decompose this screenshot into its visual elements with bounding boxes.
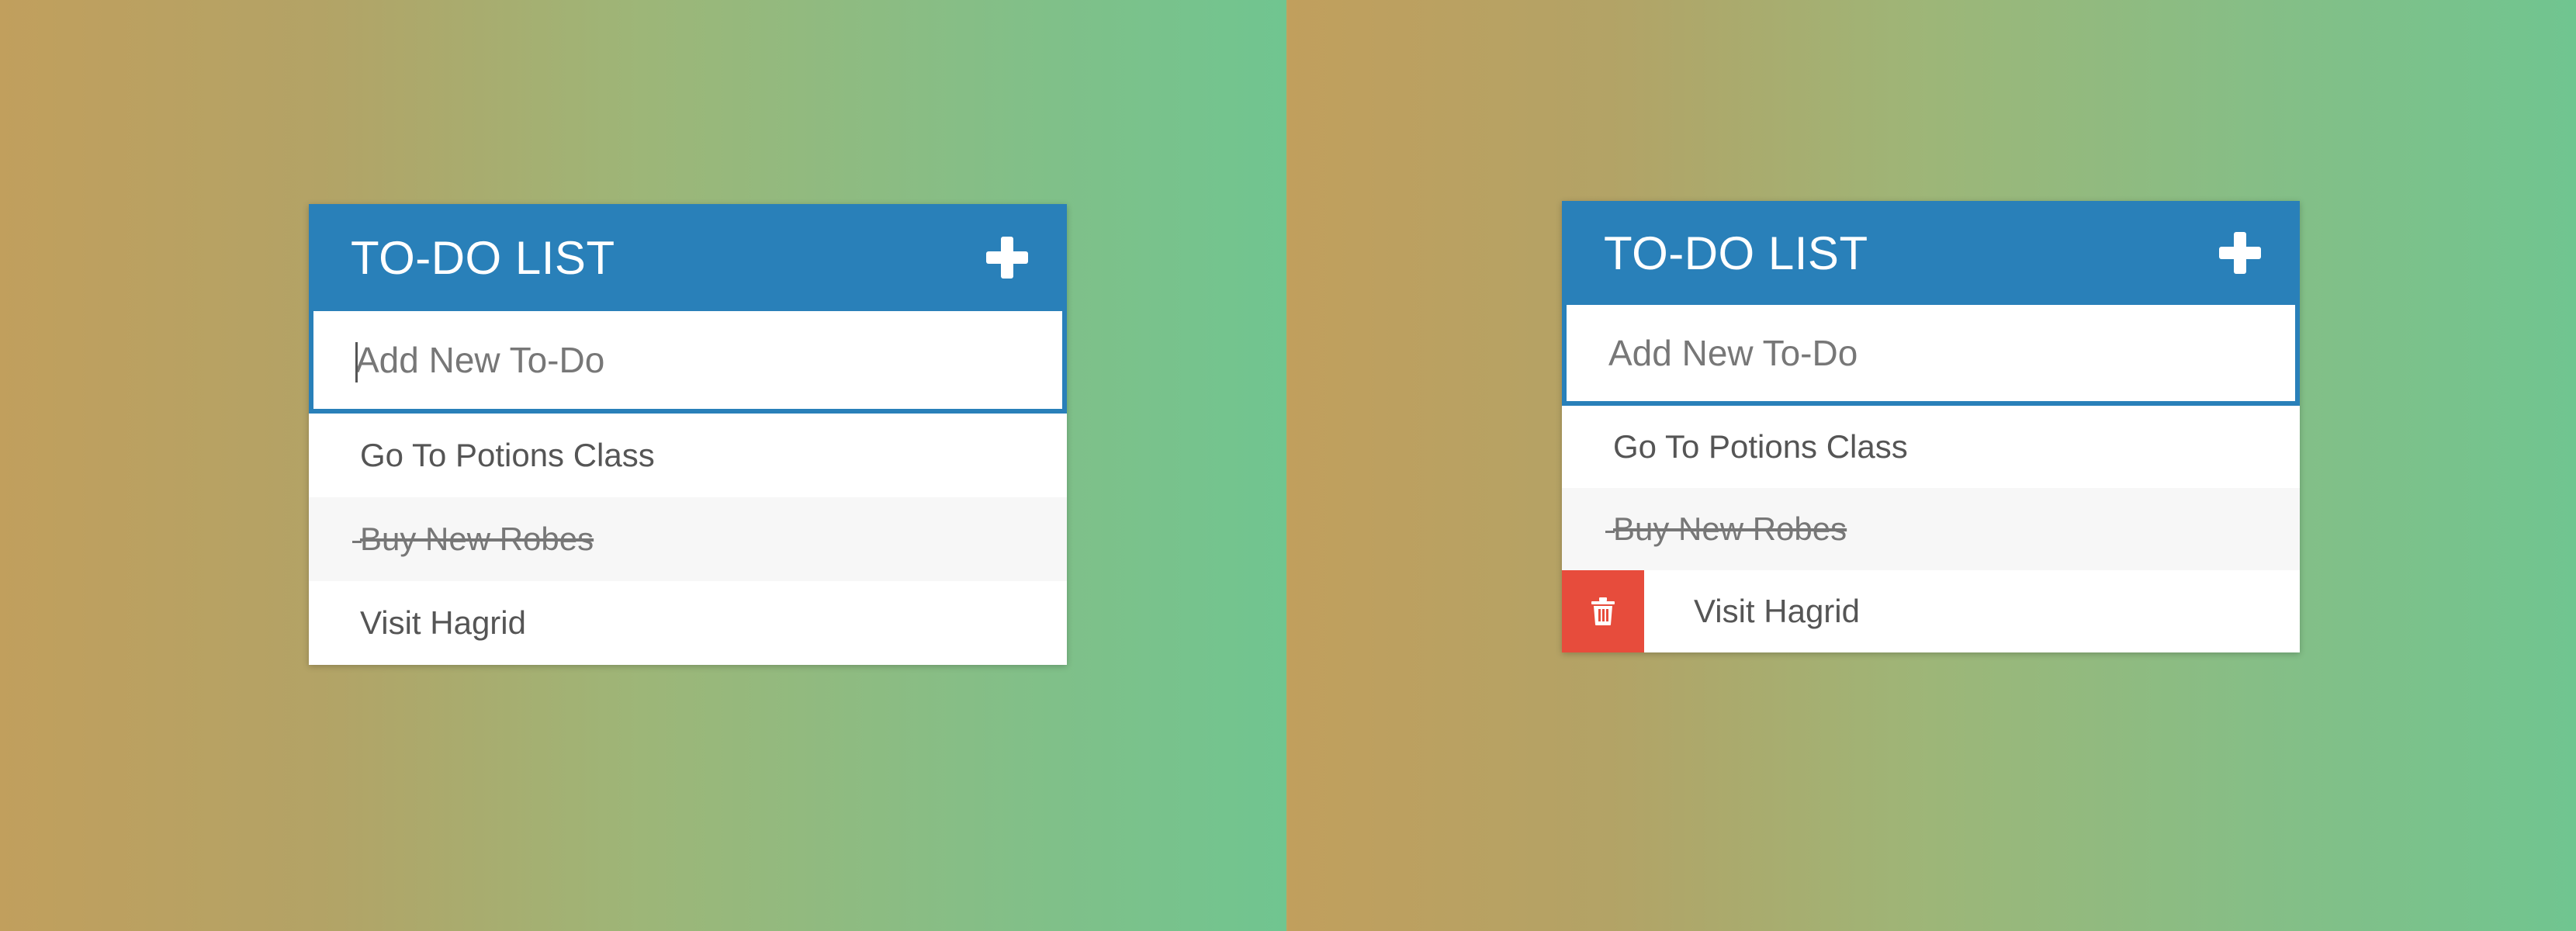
todo-item-label: Go To Potions Class [1613,428,1908,465]
todo-card: TO-DO LIST Go To Potions Class Buy New R… [1562,201,2300,652]
todo-list: Go To Potions Class Buy New Robes Visit … [1562,406,2300,652]
strike-line [352,541,362,544]
card-header: TO-DO LIST [309,204,1067,311]
add-todo-input[interactable] [313,311,1062,409]
add-todo-field-wrapper [309,311,1067,414]
add-todo-input[interactable] [1567,305,2295,401]
todo-item-hovered[interactable]: Visit Hagrid [1562,570,2300,652]
card-header: TO-DO LIST [1562,201,2300,305]
plus-icon[interactable] [2219,232,2261,274]
card-title: TO-DO LIST [1604,227,1868,279]
delete-button[interactable] [1562,570,1644,652]
todo-item-label: Go To Potions Class [360,437,655,473]
todo-item-label: Visit Hagrid [360,604,526,641]
todo-card: TO-DO LIST Go To Potions Class Buy New R… [309,204,1067,665]
add-todo-field-wrapper [1562,305,2300,406]
left-panel: TO-DO LIST Go To Potions Class Buy New R… [0,0,1286,931]
text-caret [355,342,358,382]
right-panel: TO-DO LIST Go To Potions Class Buy New R… [1288,0,2576,931]
todo-item-completed[interactable]: Buy New Robes [1562,488,2300,570]
trash-icon [1591,597,1615,625]
todo-item-completed[interactable]: Buy New Robes [309,497,1067,581]
todo-item-label: Buy New Robes [1613,510,1847,547]
strike-line [1605,531,1615,534]
todo-item[interactable]: Go To Potions Class [309,414,1067,497]
todo-item[interactable]: Go To Potions Class [1562,406,2300,488]
todo-list: Go To Potions Class Buy New Robes Visit … [309,414,1067,665]
todo-item-label: Buy New Robes [360,521,594,557]
todo-item-label: Visit Hagrid [1694,593,1860,629]
todo-item[interactable]: Visit Hagrid [309,581,1067,665]
plus-icon[interactable] [986,237,1028,279]
card-title: TO-DO LIST [351,231,615,284]
